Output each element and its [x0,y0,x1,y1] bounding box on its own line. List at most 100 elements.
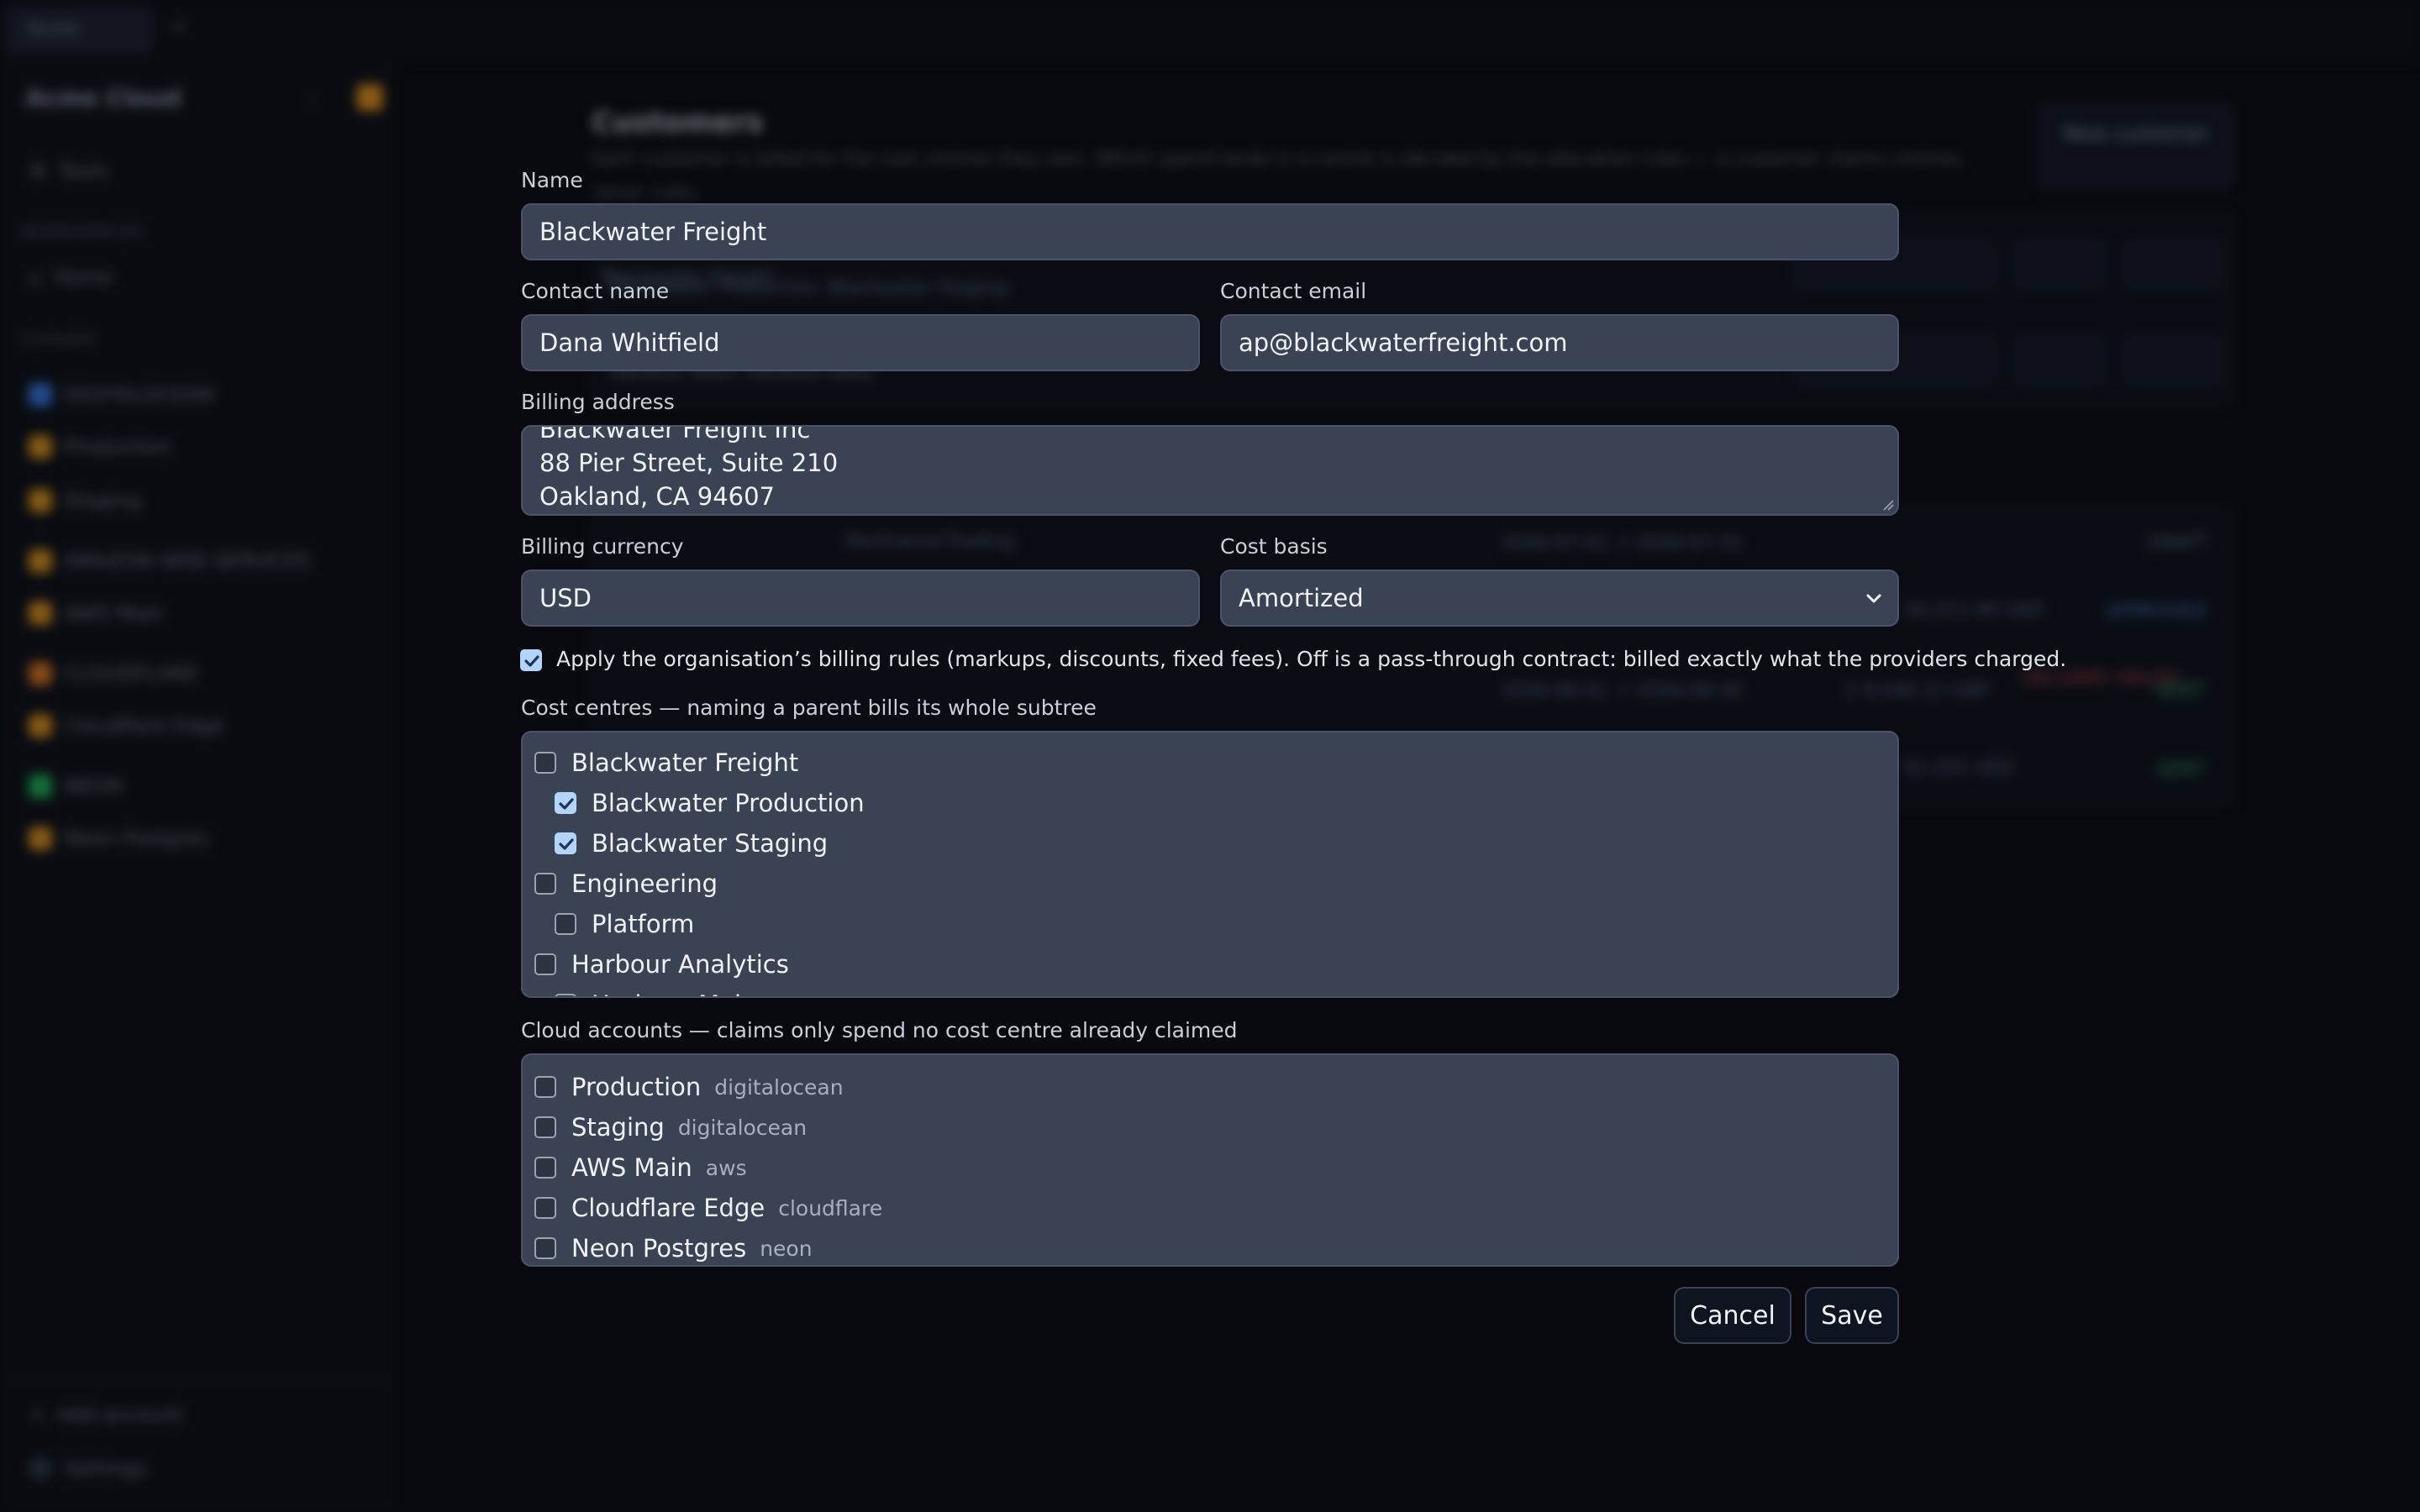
sidebar-group-header[interactable]: AMAZON WEB SERVICES [29,549,311,573]
customer-row-detail: Blackwater Production, Blackwater Stagin… [610,277,1008,298]
name-input[interactable]: Blackwater Freight [521,203,1899,260]
billing-address-line: Oakland, CA 94607 [539,482,776,511]
sidebar-group-header[interactable]: DIGITALOCEAN [29,383,213,407]
cost-centre-item[interactable]: Blackwater Production [555,786,865,820]
contact-name-label: Contact name [521,279,670,303]
contact-email-label: Contact email [1220,279,1367,303]
cost-centre-item[interactable]: Platform [555,907,694,941]
cost-centre-label: Blackwater Freight [571,748,799,777]
cost-centre-checkbox[interactable] [534,752,556,774]
sidebar-item-tools[interactable]: ⚙ Tools [29,160,108,183]
cloud-account-label: Neon Postgres [571,1234,747,1263]
sidebar-item-home[interactable]: ⌂ Home [29,265,113,289]
cost-centre-item[interactable]: Blackwater Staging [555,827,828,860]
sidebar-divider [0,1379,393,1381]
cloud-account-provider: digitalocean [677,1115,808,1140]
cost-centre-item[interactable]: Harbour Main [555,988,756,996]
tab-bar: Acme + [0,0,2420,60]
billing-address-line: 88 Pier Street, Suite 210 [539,449,839,477]
cancel-button[interactable]: Cancel [1674,1287,1791,1344]
invoice-header-state: DRAFT [2148,533,2209,554]
sidebar-item-account[interactable]: Staging [29,489,141,512]
apply-rules-label: Apply the organisation’s billing rules (… [556,647,2067,671]
cloud-account-item[interactable]: Production digitalocean [534,1070,844,1104]
cloud-account-item[interactable]: Staging digitalocean [534,1110,807,1144]
save-button[interactable]: Save [1805,1287,1899,1344]
cost-basis-value: Amortized [1239,584,1364,612]
org-name[interactable]: Acme Cloud [25,84,182,112]
cost-centre-checkbox[interactable] [555,994,576,996]
sidebar-item-label: Home [53,265,113,289]
cloud-account-provider: neon [760,1236,813,1261]
delete-button[interactable] [2123,240,2223,289]
edit-button[interactable] [2013,336,2106,385]
delete-button[interactable] [2123,336,2223,385]
sidebar-item-label: Staging [64,489,141,512]
invoice-header-customer: Northwind Trading [845,531,1015,552]
page-title: Customers [592,106,764,139]
checkmark-icon [559,798,574,810]
cloud-accounts-list[interactable]: Production digitalocean Staging digitalocea… [521,1053,1899,1267]
cost-centre-checkbox[interactable] [534,953,556,975]
sidebar-item-add-account[interactable]: + Add account [29,1403,183,1426]
sidebar-item-account[interactable]: Neon Postgres [29,827,208,850]
billing-address-line: Blackwater Freight Inc [539,425,811,444]
cloud-accounts-label: Cloud accounts — claims only spend no co… [521,1018,1238,1042]
tab-acme[interactable]: Acme [5,7,153,54]
cloud-account-checkbox[interactable] [534,1157,556,1179]
resize-grip-icon[interactable] [1882,499,1894,511]
cloud-account-checkbox[interactable] [534,1197,556,1219]
sidebar-section-clouds: CLOUDS [20,329,95,349]
sidebar-item-label: Add account [57,1403,183,1426]
sidebar-group-header[interactable]: NEON [29,774,123,798]
cost-centre-item[interactable]: Harbour Analytics [534,948,789,981]
sidebar-item-account[interactable]: Production [29,435,171,459]
cost-basis-select[interactable]: Amortized [1220,570,1899,627]
contact-name-input[interactable]: Dana Whitfield [521,314,1200,371]
cloud-account-checkbox[interactable] [534,1116,556,1138]
status-badge: APPROVED [2106,601,2207,622]
cost-centre-checkbox[interactable] [555,792,576,814]
cloud-account-item[interactable]: Neon Postgres neon [534,1231,813,1265]
plus-icon: + [29,1403,46,1426]
invoice-amount: $1,201 USD [1904,758,2014,779]
cost-centre-item[interactable]: Blackwater Freight [534,746,798,780]
checkmark-icon [559,838,574,850]
cost-centre-checkbox[interactable] [534,873,556,895]
home-icon: ⌂ [29,265,42,289]
sidebar-group-label: AMAZON WEB SERVICES [64,549,311,573]
contact-email-input[interactable]: ap@blackwaterfreight.com [1220,314,1899,371]
billing-currency-input[interactable]: USD [521,570,1200,627]
cloud-account-item[interactable]: Cloudflare Edge cloudflare [534,1191,882,1225]
cloud-account-provider: aws [705,1155,747,1180]
cloud-account-item[interactable]: AWS Main aws [534,1151,747,1184]
sidebar-item-account[interactable]: Cloudflare Edge [29,714,224,738]
sidebar-group-label: CLOUDFLARE [64,662,199,685]
billing-address-textarea[interactable]: Blackwater Freight Inc 88 Pier Street, S… [521,425,1899,516]
state-badge: SENT [2156,759,2205,780]
sidebar-group-header[interactable]: CLOUDFLARE [29,662,198,685]
account-icon [29,489,52,512]
account-icon [29,601,52,625]
cloud-account-label: Cloudflare Edge [571,1194,765,1222]
chevron-down-icon [1866,594,1881,603]
cost-centre-checkbox[interactable] [555,913,576,935]
cost-centre-checkbox[interactable] [555,832,576,854]
edit-button[interactable] [2013,240,2106,289]
cost-centres-label: Cost centres — naming a parent bills its… [521,696,1097,720]
apply-rules-checkbox[interactable] [520,649,542,671]
org-avatar[interactable] [356,84,383,111]
new-customer-button[interactable]: New customer [2037,102,2235,190]
cloud-account-provider: cloudflare [778,1195,883,1221]
cost-centre-item[interactable]: Engineering [534,867,718,900]
cost-centres-list[interactable]: Blackwater Freight Blackwater Production B… [521,731,1899,998]
cloud-account-checkbox[interactable] [534,1076,556,1098]
chevron-down-icon[interactable]: ⌄ [304,86,321,109]
cloud-account-checkbox[interactable] [534,1237,556,1259]
cloud-account-label: Production [571,1073,702,1101]
sidebar-item-settings[interactable]: Settings [29,1457,146,1480]
sidebar-item-account[interactable]: AWS Main [29,601,164,625]
cloud-account-provider: digitalocean [714,1074,844,1100]
new-tab-icon[interactable]: + [168,12,189,41]
sidebar-item-label: Settings [64,1457,147,1480]
